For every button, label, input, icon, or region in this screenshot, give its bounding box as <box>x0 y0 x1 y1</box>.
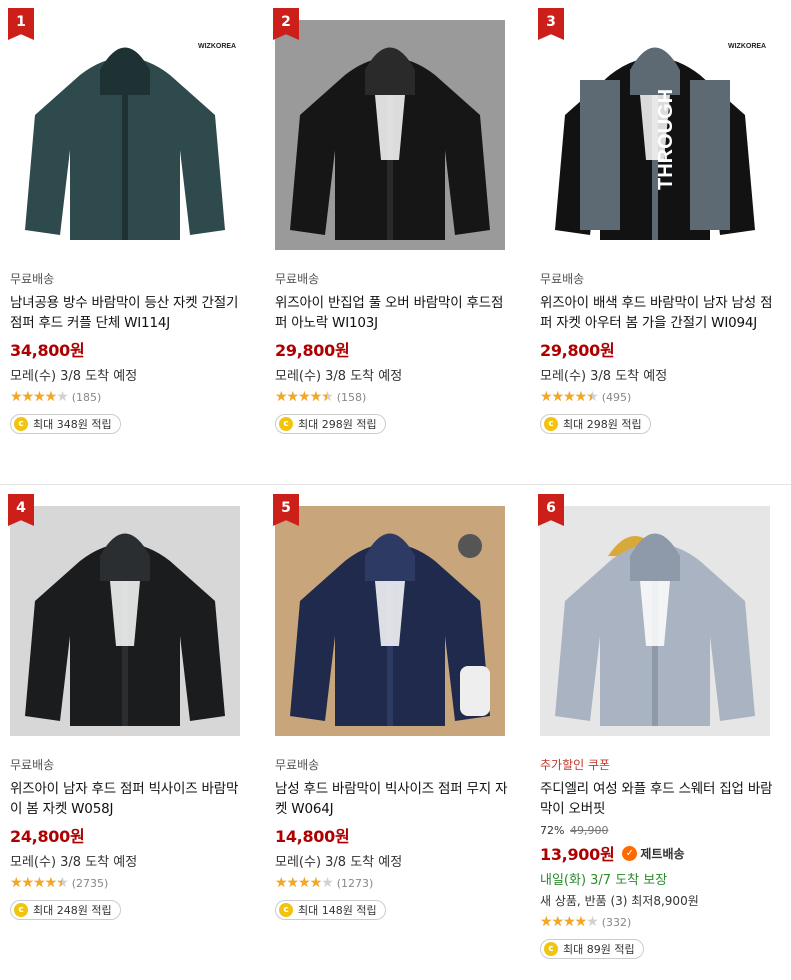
reward-text: 최대 148원 적립 <box>298 904 377 917</box>
price-row: 29,800원 <box>540 337 790 361</box>
product-title[interactable]: 주디엘리 여성 와플 후드 스웨터 집업 바람막이 오버핏 <box>540 779 776 819</box>
price-row: 14,800원 <box>275 823 525 847</box>
rating-row: ★★★★★★★★★★ (332) <box>540 915 790 929</box>
product-title[interactable]: 남성 후드 바람막이 빅사이즈 점퍼 무지 자켓 W064J <box>275 779 511 819</box>
coin-icon: c <box>14 417 28 431</box>
svg-text:THROUGH: THROUGH <box>655 89 677 190</box>
review-count: (2735) <box>71 876 109 890</box>
price-row: 29,800원 <box>275 337 525 361</box>
product-card[interactable]: 1 WIZKOREA 무료배송 남녀공용 방수 바람막이 등산 자켓 간절기 점… <box>8 8 260 434</box>
svg-text:WIZKOREA: WIZKOREA <box>198 43 236 50</box>
row-divider <box>0 484 791 485</box>
rating-row: ★★★★★★★★★★ (2735) <box>10 876 260 890</box>
rating-row: ★★★★★★★★★★ (495) <box>540 390 790 404</box>
jacket-photo[interactable] <box>275 506 505 736</box>
discount-row: 72% 49,900 <box>540 824 790 837</box>
rating-stars: ★★★★★★★★★★ <box>10 875 69 891</box>
product-title[interactable]: 위즈아이 반집업 풀 오버 바람막이 후드점퍼 아노락 WI103J <box>275 293 511 333</box>
delivery-estimate: 모레(수) 3/8 도착 예정 <box>275 369 403 384</box>
jacket-photo[interactable]: WIZKOREA <box>10 20 240 250</box>
free-shipping-tag: 무료배송 <box>540 272 585 286</box>
review-count: (495) <box>601 390 632 404</box>
product-card[interactable]: 6 추가할인 쿠폰 주디엘리 여성 와플 후드 스웨터 집업 바람막이 오버핏 7… <box>538 494 790 959</box>
delivery-estimate: 모레(수) 3/8 도착 예정 <box>275 855 403 870</box>
jacket-photo[interactable] <box>10 506 240 736</box>
product-title[interactable]: 위즈아이 배색 후드 바람막이 남자 남성 점퍼 자켓 아우터 봄 가을 간절기… <box>540 293 776 333</box>
reward-text: 최대 89원 적립 <box>563 943 635 956</box>
delivery-estimate: 모레(수) 3/8 도착 예정 <box>540 369 668 384</box>
coin-icon: c <box>279 903 293 917</box>
jacket-photo[interactable] <box>275 20 505 250</box>
price-row: 34,800원 <box>10 337 260 361</box>
delivery-estimate: 모레(수) 3/8 도착 예정 <box>10 369 138 384</box>
reward-badge: c 최대 298원 적립 <box>540 414 651 434</box>
discount-rate: 72% <box>540 824 565 837</box>
product-card[interactable]: 3 THROUGH WIZKOREA 무료배송 위즈아이 배색 후드 바람막이 … <box>538 8 790 434</box>
jet-delivery-badge: ✓ 제트배송 <box>622 845 685 862</box>
reward-text: 최대 248원 적립 <box>33 904 112 917</box>
product-price: 14,800원 <box>275 827 350 846</box>
price-row: 13,900원 ✓ 제트배송 <box>540 841 790 865</box>
reward-badge: c 최대 348원 적립 <box>10 414 121 434</box>
product-price: 34,800원 <box>10 341 85 360</box>
review-count: (332) <box>601 915 632 929</box>
product-card[interactable]: 5 무료배송 남성 후드 바람막이 빅사이즈 점퍼 무지 자켓 W064J 14… <box>273 494 525 920</box>
product-image[interactable]: 4 <box>8 494 240 736</box>
product-title[interactable]: 위즈아이 남자 후드 점퍼 빅사이즈 바람막이 봄 자켓 W058J <box>10 779 246 819</box>
free-shipping-tag: 무료배송 <box>10 272 55 286</box>
rating-stars: ★★★★★★★★★★ <box>540 389 599 405</box>
product-title[interactable]: 남녀공용 방수 바람막이 등산 자켓 간절기 점퍼 후드 커플 단체 WI114… <box>10 293 246 333</box>
product-image[interactable]: 1 WIZKOREA <box>8 8 240 250</box>
review-count: (185) <box>71 390 102 404</box>
rating-row: ★★★★★★★★★★ (185) <box>10 390 260 404</box>
original-price: 49,900 <box>569 824 609 837</box>
rocket-icon: ✓ <box>622 845 638 861</box>
product-image[interactable]: 3 THROUGH WIZKOREA <box>538 8 770 250</box>
review-count: (158) <box>336 390 367 404</box>
price-row: 24,800원 <box>10 823 260 847</box>
rating-row: ★★★★★★★★★★ (1273) <box>275 876 525 890</box>
free-shipping-tag: 무료배송 <box>275 758 320 772</box>
coupon-tag: 추가할인 쿠폰 <box>540 758 611 772</box>
coin-icon: c <box>279 417 293 431</box>
reward-badge: c 최대 298원 적립 <box>275 414 386 434</box>
reward-text: 최대 298원 적립 <box>563 418 642 431</box>
rating-stars: ★★★★★★★★★★ <box>10 389 69 405</box>
rating-stars: ★★★★★★★★★★ <box>275 389 334 405</box>
reward-text: 최대 348원 적립 <box>33 418 112 431</box>
free-shipping-tag: 무료배송 <box>10 758 55 772</box>
reward-badge: c 최대 148원 적립 <box>275 900 386 920</box>
product-price: 24,800원 <box>10 827 85 846</box>
free-shipping-tag: 무료배송 <box>275 272 320 286</box>
rating-stars: ★★★★★★★★★★ <box>275 875 334 891</box>
jacket-photo[interactable]: THROUGH WIZKOREA <box>540 20 770 250</box>
rating-stars: ★★★★★★★★★★ <box>540 914 599 930</box>
coin-icon: c <box>14 903 28 917</box>
reward-badge: c 최대 89원 적립 <box>540 939 644 959</box>
product-card[interactable]: 4 무료배송 위즈아이 남자 후드 점퍼 빅사이즈 바람막이 봄 자켓 W058… <box>8 494 260 920</box>
reward-text: 최대 298원 적립 <box>298 418 377 431</box>
svg-text:WIZKOREA: WIZKOREA <box>728 43 766 50</box>
coin-icon: c <box>544 417 558 431</box>
rating-row: ★★★★★★★★★★ (158) <box>275 390 525 404</box>
product-price: 29,800원 <box>275 341 350 360</box>
product-card[interactable]: 2 무료배송 위즈아이 반집업 풀 오버 바람막이 후드점퍼 아노락 WI103… <box>273 8 525 434</box>
delivery-estimate: 내일(화) 3/7 도착 보장 <box>540 873 668 888</box>
jacket-photo[interactable] <box>540 506 770 736</box>
product-image[interactable]: 6 <box>538 494 770 736</box>
other-offers[interactable]: 새 상품, 반품 (3) 최저8,900원 <box>540 892 790 909</box>
product-price: 29,800원 <box>540 341 615 360</box>
review-count: (1273) <box>336 876 374 890</box>
product-image[interactable]: 5 <box>273 494 505 736</box>
reward-badge: c 최대 248원 적립 <box>10 900 121 920</box>
product-price: 13,900원 <box>540 845 615 864</box>
coin-icon: c <box>544 942 558 956</box>
jet-delivery-label: 제트배송 <box>640 846 685 861</box>
delivery-estimate: 모레(수) 3/8 도착 예정 <box>10 855 138 870</box>
product-image[interactable]: 2 <box>273 8 505 250</box>
